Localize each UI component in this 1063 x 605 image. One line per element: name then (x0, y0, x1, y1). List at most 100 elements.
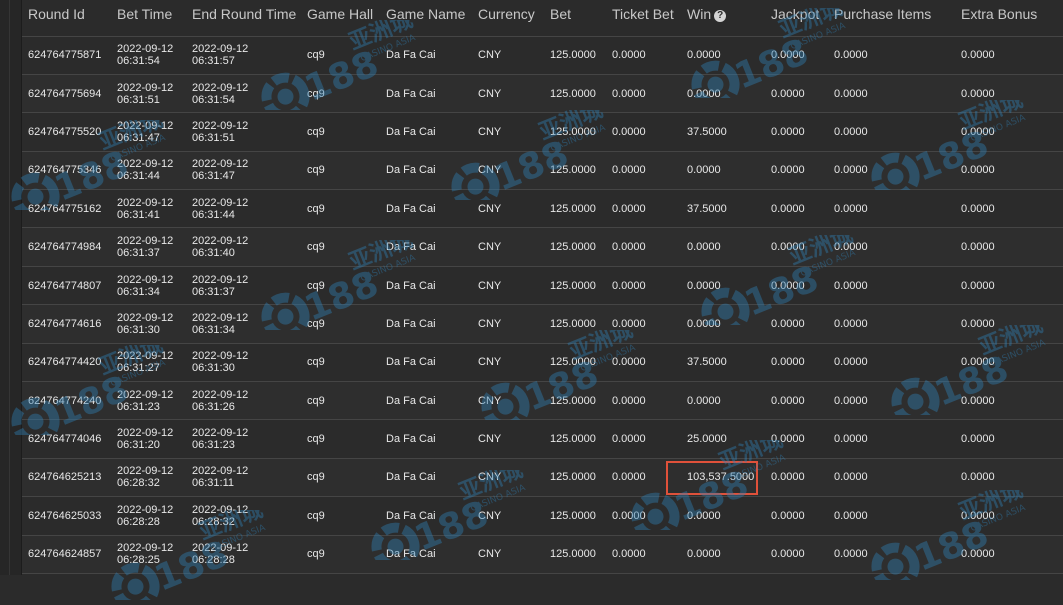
ticket-bet-cell: 0.0000 (606, 304, 681, 344)
table-row[interactable]: 624764774616 2022-09-12 06:31:30 2022-09-12… (22, 304, 1063, 344)
currency-cell: CNY (472, 419, 544, 459)
end-clock: 06:28:32 (192, 515, 235, 528)
bet-cell: 125.0000 (544, 496, 606, 536)
question-circle-icon[interactable]: ? (714, 10, 727, 22)
end-date: 2022-09-12 (192, 196, 249, 209)
win-value: 37.5000 (687, 125, 727, 138)
bet-time-cell: 2022-09-12 06:31:51 (111, 74, 186, 114)
win-value: 103,537.5000 (687, 471, 755, 484)
table-row[interactable]: 624764774984 2022-09-12 06:31:37 2022-09-12… (22, 227, 1063, 267)
end-round-time-cell: 2022-09-12 06:31:37 (186, 266, 301, 306)
round-id-cell[interactable]: 624764774420 (22, 343, 111, 383)
bet-date: 2022-09-12 (117, 388, 174, 401)
table-row[interactable]: 624764775520 2022-09-12 06:31:47 2022-09-12… (22, 112, 1063, 152)
currency-cell: CNY (472, 535, 544, 574)
bet-date: 2022-09-12 (117, 43, 174, 56)
round-id-cell[interactable]: 624764624857 (22, 535, 111, 574)
column-header-win[interactable]: Win? (681, 0, 765, 37)
round-history-table-container: Round Id Bet Time End Round Time Game Ha… (22, 0, 1063, 575)
win-cell: 0.0000 (681, 381, 765, 421)
end-date: 2022-09-12 (192, 503, 249, 516)
table-row[interactable]: 624764774240 2022-09-12 06:31:23 2022-09-12… (22, 381, 1063, 421)
round-id-cell[interactable]: 624764775871 (22, 36, 111, 75)
column-header-currency[interactable]: Currency (472, 0, 544, 37)
end-round-time-cell: 2022-09-12 06:31:40 (186, 227, 301, 267)
win-cell: 0.0000 (681, 496, 765, 536)
end-clock: 06:31:26 (192, 400, 235, 413)
column-header-extra-bonus[interactable]: Extra Bonus (955, 0, 1063, 37)
jackpot-cell: 0.0000 (765, 151, 828, 191)
ticket-bet-cell: 0.0000 (606, 227, 681, 267)
bet-time-cell: 2022-09-12 06:31:30 (111, 304, 186, 344)
round-id-cell[interactable]: 624764774046 (22, 419, 111, 459)
end-round-time-cell: 2022-09-12 06:31:11 (186, 458, 301, 498)
column-header-purchase-items[interactable]: Purchase Items (828, 0, 955, 37)
bet-cell: 125.0000 (544, 151, 606, 191)
end-round-time-cell: 2022-09-12 06:31:23 (186, 419, 301, 459)
column-header-game-hall[interactable]: Game Hall (301, 0, 380, 37)
bet-date: 2022-09-12 (117, 235, 174, 248)
column-header-round-id[interactable]: Round Id (22, 0, 111, 37)
round-id-cell[interactable]: 624764774240 (22, 381, 111, 421)
end-round-time-cell: 2022-09-12 06:31:51 (186, 112, 301, 152)
table-row[interactable]: 624764775871 2022-09-12 06:31:54 2022-09-12… (22, 36, 1063, 75)
ticket-bet-cell: 0.0000 (606, 36, 681, 75)
round-id-cell[interactable]: 624764774807 (22, 266, 111, 306)
table-row[interactable]: 624764775162 2022-09-12 06:31:41 2022-09-12… (22, 189, 1063, 229)
round-id-cell[interactable]: 624764625033 (22, 496, 111, 536)
column-header-bet-time[interactable]: Bet Time (111, 0, 186, 37)
end-round-time-cell: 2022-09-12 06:28:32 (186, 496, 301, 536)
bet-cell: 125.0000 (544, 343, 606, 383)
extra-bonus-cell: 0.0000 (955, 151, 1063, 191)
jackpot-cell: 0.0000 (765, 458, 828, 498)
table-row[interactable]: 624764775346 2022-09-12 06:31:44 2022-09-12… (22, 151, 1063, 191)
game-name-cell: Da Fa Cai (380, 496, 472, 536)
round-id-cell[interactable]: 624764625213 (22, 458, 111, 498)
column-header-jackpot[interactable]: Jackpot (765, 0, 828, 37)
end-date: 2022-09-12 (192, 350, 249, 363)
round-id-cell[interactable]: 624764775694 (22, 74, 111, 114)
game-name-cell: Da Fa Cai (380, 304, 472, 344)
bet-time-cell: 2022-09-12 06:31:37 (111, 227, 186, 267)
table-row[interactable]: 624764774046 2022-09-12 06:31:20 2022-09-12… (22, 419, 1063, 459)
table-row[interactable]: 624764624857 2022-09-12 06:28:25 2022-09-12… (22, 535, 1063, 574)
bet-cell: 125.0000 (544, 535, 606, 574)
end-clock: 06:31:23 (192, 439, 235, 452)
table-row[interactable]: 624764774420 2022-09-12 06:31:27 2022-09-12… (22, 343, 1063, 383)
column-header-bet[interactable]: Bet (544, 0, 606, 37)
table-row[interactable]: 624764774807 2022-09-12 06:31:34 2022-09-12… (22, 266, 1063, 306)
purchase-items-cell: 0.0000 (828, 419, 955, 459)
round-id-cell[interactable]: 624764775162 (22, 189, 111, 229)
table-row[interactable]: 624764775694 2022-09-12 06:31:51 2022-09-12… (22, 74, 1063, 114)
ticket-bet-cell: 0.0000 (606, 112, 681, 152)
bet-clock: 06:31:30 (117, 323, 160, 336)
extra-bonus-cell: 0.0000 (955, 343, 1063, 383)
bet-cell: 125.0000 (544, 227, 606, 267)
end-date: 2022-09-12 (192, 235, 249, 248)
jackpot-cell: 0.0000 (765, 74, 828, 114)
win-value: 0.0000 (687, 509, 721, 522)
game-name-cell: Da Fa Cai (380, 189, 472, 229)
win-value: 0.0000 (687, 279, 721, 292)
bet-date: 2022-09-12 (117, 81, 174, 94)
table-row[interactable]: 624764625213 2022-09-12 06:28:32 2022-09-12… (22, 458, 1063, 498)
win-cell: 37.5000 (681, 343, 765, 383)
extra-bonus-cell: 0.0000 (955, 535, 1063, 574)
column-header-game-name[interactable]: Game Name (380, 0, 472, 37)
bet-cell: 125.0000 (544, 266, 606, 306)
game-hall-cell: cq9 (301, 266, 380, 306)
column-header-end-round-time[interactable]: End Round Time (186, 0, 301, 37)
round-id-cell[interactable]: 624764775520 (22, 112, 111, 152)
bet-date: 2022-09-12 (117, 427, 174, 440)
column-header-ticket-bet[interactable]: Ticket Bet (606, 0, 681, 37)
table-row[interactable]: 624764625033 2022-09-12 06:28:28 2022-09-12… (22, 496, 1063, 536)
bet-time-cell: 2022-09-12 06:31:54 (111, 36, 186, 75)
round-id-cell[interactable]: 624764775346 (22, 151, 111, 191)
end-date: 2022-09-12 (192, 119, 249, 132)
purchase-items-cell: 0.0000 (828, 74, 955, 114)
extra-bonus-cell: 0.0000 (955, 112, 1063, 152)
win-value: 0.0000 (687, 49, 721, 62)
round-id-cell[interactable]: 624764774616 (22, 304, 111, 344)
round-id-cell[interactable]: 624764774984 (22, 227, 111, 267)
bet-time-cell: 2022-09-12 06:31:27 (111, 343, 186, 383)
